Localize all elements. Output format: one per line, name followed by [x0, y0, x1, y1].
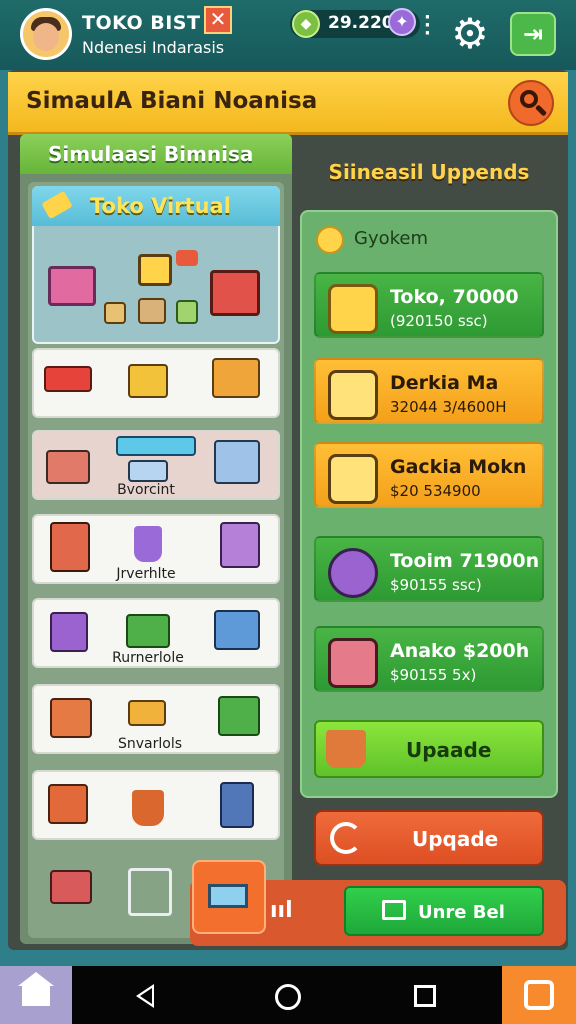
cabinet-icon: [50, 522, 90, 572]
box-icon: [176, 300, 198, 324]
avatar-face: [33, 23, 59, 51]
locker-icon: [220, 782, 254, 828]
currency-value: 29.220: [328, 13, 394, 33]
box-icon: [126, 614, 170, 648]
register-icon: [128, 460, 168, 482]
title-banner: SimaulA Biani Noanisa: [8, 72, 568, 135]
upgrade-item[interactable]: Toko, 70000 (920150 ssc): [314, 272, 544, 338]
search-button[interactable]: [508, 80, 554, 126]
upgrade-button[interactable]: Upqade: [314, 810, 544, 866]
signal-icon: ııl: [270, 898, 293, 923]
home-circle-icon[interactable]: [275, 984, 301, 1010]
upgrade-item[interactable]: Gackia Mokn $20 534900: [314, 442, 544, 508]
player-avatar[interactable]: [20, 8, 72, 60]
cart-tile[interactable]: [192, 860, 266, 934]
upgrade-label: Upqade: [412, 827, 499, 851]
app-title: TOKO BIST: [82, 12, 201, 34]
upgrade-item[interactable]: Tooim 71900n $90155 ssc): [314, 536, 544, 602]
box-icon: [138, 298, 166, 324]
upgrade-title: Anako $200h: [390, 640, 530, 662]
tab-simulation-label: Simulaasi Bimnisa: [48, 142, 254, 166]
upgrade-title: Derkia Ma: [390, 372, 499, 394]
upgrade-price: 32044 3/4600H: [390, 398, 507, 416]
upgrade-price: $90155 5x): [390, 666, 477, 684]
list-item-label: Bvorcint: [117, 482, 175, 498]
cart-icon: [208, 884, 248, 908]
buy-label: Unre Bel: [418, 902, 505, 923]
list-item-label: Jrverhlte: [116, 566, 176, 582]
upgrade-item[interactable]: Anako $200h $90155 5x): [314, 626, 544, 692]
upaade-label: Upaade: [406, 738, 492, 762]
box-icon: [212, 358, 260, 398]
upgrade-price: $20 534900: [390, 482, 481, 500]
search-icon-handle: [534, 104, 548, 117]
upgrade-title: Toko, 70000: [390, 286, 519, 308]
cart-icon[interactable]: [48, 266, 96, 306]
tool-icon: [128, 700, 166, 726]
box-icon: [220, 522, 260, 568]
home-icon-body: [22, 984, 50, 1006]
upgrades-heading: Siineasil Uppends: [328, 160, 530, 184]
basket-icon: [50, 698, 92, 738]
sign-board-icon: [138, 254, 172, 286]
gear-badge-icon: [328, 284, 378, 334]
box-icon: [50, 870, 92, 904]
category-label: Gyokem: [354, 228, 429, 249]
upgrade-item[interactable]: Derkia Ma 32044 3/4600H: [314, 358, 544, 424]
box-icon: [50, 612, 88, 652]
box-icon: [128, 364, 168, 398]
plant-icon: [134, 526, 162, 562]
shop-button[interactable]: [502, 966, 576, 1024]
stall-icon[interactable]: [210, 270, 260, 316]
upaade-button[interactable]: Upaade: [314, 720, 544, 778]
banner-title: SimaulA Biani Noanisa: [26, 88, 318, 114]
sign-icon: [116, 436, 196, 456]
shop-icon: [524, 980, 554, 1010]
crate-icon: [218, 696, 260, 736]
category-icon: [316, 226, 344, 254]
close-icon[interactable]: ✕: [204, 6, 232, 34]
shelf-icon: [214, 440, 260, 484]
cart-icon[interactable]: [128, 868, 172, 916]
more-icon[interactable]: · · ·: [424, 9, 431, 43]
check-badge-icon: [328, 370, 378, 420]
recent-apps-icon[interactable]: [414, 985, 436, 1007]
coin-icon: ◆: [292, 10, 320, 38]
wrench-icon: [328, 454, 378, 504]
upgrade-price: $90155 ssc): [390, 576, 482, 594]
upgrade-price: (920150 ssc): [390, 312, 488, 330]
cart-icon: [328, 638, 378, 688]
toko-virtual-title: Toko Virtual: [90, 194, 231, 218]
box-icon: [48, 784, 88, 824]
list-item-label: Snvarlols: [117, 736, 183, 752]
gem-icon[interactable]: ✦: [388, 8, 416, 36]
upgrade-title: Gackia Mokn: [390, 456, 527, 478]
vacuum-icon: [44, 366, 92, 392]
app-subtitle: Ndenesi Indarasis: [82, 38, 225, 57]
exit-icon[interactable]: ⇥: [510, 12, 556, 56]
upgrade-title: Tooim 71900n: [390, 550, 540, 572]
search-icon: [520, 90, 538, 108]
price-tag-icon: [176, 250, 198, 266]
face-badge-icon: [328, 548, 378, 598]
back-icon-inner: [140, 988, 152, 1004]
plant-icon: [132, 790, 164, 826]
refresh-icon: [330, 822, 362, 854]
bag-icon: [382, 900, 406, 920]
machine-icon: [46, 450, 90, 484]
buy-button[interactable]: Unre Bel: [344, 886, 544, 936]
drawer-icon: [214, 610, 260, 650]
home-tab-button[interactable]: [0, 966, 72, 1024]
gear-icon[interactable]: ⚙: [448, 12, 492, 56]
basket-icon: [326, 730, 366, 768]
box-icon: [104, 302, 126, 324]
list-item-label: Rurnerlole: [112, 650, 184, 666]
